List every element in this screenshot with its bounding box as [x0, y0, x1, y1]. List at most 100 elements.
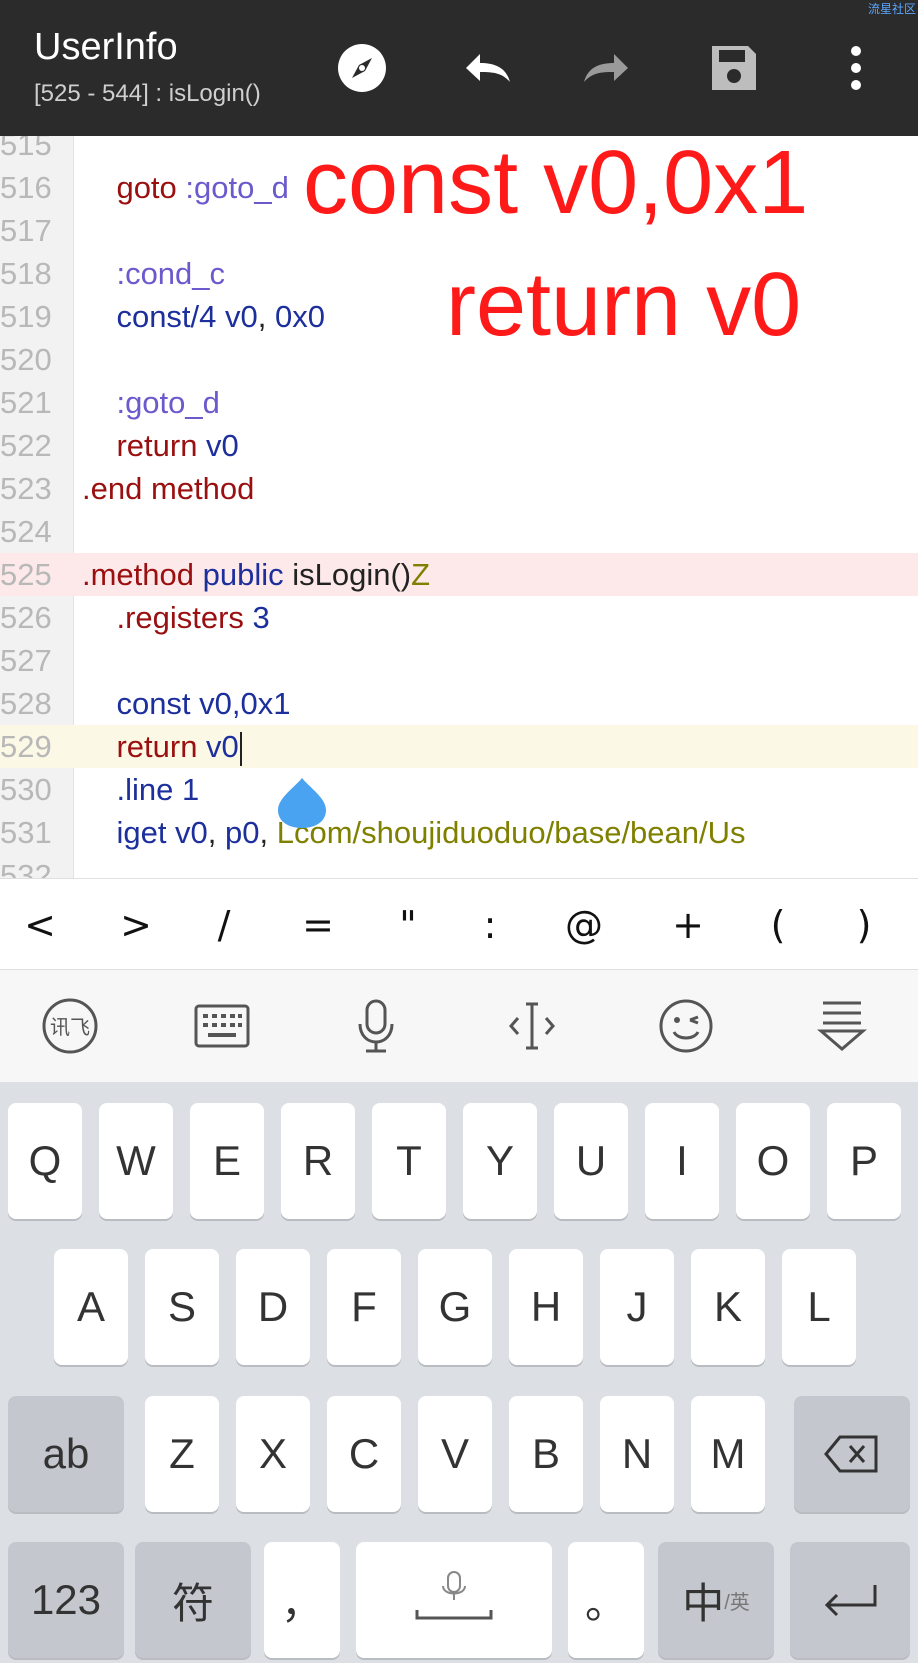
svg-text:讯飞: 讯飞: [50, 1015, 90, 1039]
undo-icon[interactable]: [456, 38, 516, 98]
code-editor[interactable]: 515 516 goto :goto_d 517 518 :cond_c 519 con…: [0, 136, 918, 878]
line-number: 520: [0, 342, 52, 377]
space-mic-icon: [415, 1571, 493, 1620]
redo-icon[interactable]: [578, 38, 638, 98]
key-q[interactable]: Q: [8, 1103, 82, 1219]
line-number: 524: [0, 514, 52, 549]
code-line[interactable]: 525 .method public isLogin()Z: [0, 553, 918, 596]
key-x[interactable]: X: [236, 1396, 310, 1512]
backspace-key[interactable]: [794, 1396, 910, 1512]
key-w[interactable]: W: [99, 1103, 173, 1219]
symbol-key[interactable]: @: [554, 879, 614, 971]
code-line[interactable]: 527: [0, 639, 918, 682]
code-token: public: [202, 557, 293, 592]
key-n[interactable]: N: [600, 1396, 674, 1512]
code-line[interactable]: 529 return v0: [0, 725, 918, 768]
space-key[interactable]: [356, 1542, 552, 1658]
symbol-key[interactable]: (: [748, 879, 808, 971]
key-e[interactable]: E: [190, 1103, 264, 1219]
code-line[interactable]: 532: [0, 854, 918, 878]
key-b[interactable]: B: [509, 1396, 583, 1512]
code-line[interactable]: 530 .line 1: [0, 768, 918, 811]
key-g[interactable]: G: [418, 1249, 492, 1365]
ime-logo-icon[interactable]: 讯飞: [38, 996, 102, 1056]
key-c[interactable]: C: [327, 1396, 401, 1512]
code-line[interactable]: 524: [0, 510, 918, 553]
numbers-key[interactable]: 123: [8, 1542, 124, 1658]
line-number: 525: [0, 557, 52, 592]
key-p[interactable]: P: [827, 1103, 901, 1219]
line-number: 515: [0, 136, 52, 162]
code-line[interactable]: 526 .registers 3: [0, 596, 918, 639]
code-token: return: [82, 729, 207, 764]
symbol-key[interactable]: /: [194, 879, 254, 971]
key-m[interactable]: M: [691, 1396, 765, 1512]
code-token: 1: [181, 772, 200, 807]
file-title: UserInfo: [34, 26, 178, 68]
code-line[interactable]: 528 const v0,0x1: [0, 682, 918, 725]
shift-key[interactable]: ab: [8, 1396, 124, 1512]
comma-key[interactable]: ，: [264, 1542, 340, 1658]
line-number: 516: [0, 170, 52, 205]
key-y[interactable]: Y: [463, 1103, 537, 1219]
key-l[interactable]: L: [782, 1249, 856, 1365]
code-text: iget v0, p0, Lcom/shoujiduoduo/base/bean…: [82, 811, 745, 854]
code-token: :goto_d: [82, 385, 220, 420]
code-token: p0: [225, 815, 260, 850]
symbol-key[interactable]: +: [658, 879, 718, 971]
soft-keyboard: Q W E R T Y U I O P A S D F G H J K Lab Z X C V B N M 123 符， 。中/英: [0, 1082, 918, 1663]
period-key[interactable]: 。: [568, 1542, 644, 1658]
key-k[interactable]: K: [691, 1249, 765, 1365]
symbol-key[interactable]: ": [378, 879, 438, 971]
symbols-key[interactable]: 符: [135, 1542, 251, 1658]
language-toggle-key[interactable]: 中/英: [658, 1542, 774, 1658]
code-token: :goto_d: [185, 170, 289, 205]
key-u[interactable]: U: [554, 1103, 628, 1219]
key-s[interactable]: S: [145, 1249, 219, 1365]
line-number: 531: [0, 815, 52, 850]
code-text: .line 1: [82, 768, 199, 811]
key-h[interactable]: H: [509, 1249, 583, 1365]
code-line[interactable]: 531 iget v0, p0, Lcom/shoujiduoduo/base/…: [0, 811, 918, 854]
key-a[interactable]: A: [54, 1249, 128, 1365]
keyboard-icon[interactable]: [190, 996, 254, 1056]
line-number: 530: [0, 772, 52, 807]
symbol-key[interactable]: ): [834, 879, 894, 971]
code-line[interactable]: 523 .end method: [0, 467, 918, 510]
emoji-icon[interactable]: [654, 996, 718, 1056]
code-token: .line: [82, 772, 182, 807]
code-token: 0x0: [275, 299, 325, 334]
symbol-key[interactable]: >: [106, 879, 166, 971]
key-o[interactable]: O: [736, 1103, 810, 1219]
code-text: .registers 3: [82, 596, 269, 639]
save-icon[interactable]: [704, 38, 764, 98]
symbol-key[interactable]: <: [10, 879, 70, 971]
key-v[interactable]: V: [418, 1396, 492, 1512]
code-line[interactable]: 522 return v0: [0, 424, 918, 467]
line-number: 522: [0, 428, 52, 463]
hide-keyboard-icon[interactable]: [810, 996, 874, 1056]
text-cursor-handle-icon[interactable]: [276, 776, 328, 828]
key-t[interactable]: T: [372, 1103, 446, 1219]
key-f[interactable]: F: [327, 1249, 401, 1365]
symbol-key[interactable]: :: [460, 879, 520, 971]
microphone-icon[interactable]: [344, 996, 408, 1056]
compass-icon[interactable]: [332, 38, 392, 98]
more-vert-icon[interactable]: [826, 38, 886, 98]
key-j[interactable]: J: [600, 1249, 674, 1365]
line-number: 532: [0, 858, 52, 878]
symbol-bar: < > / = ": @ + (): [0, 878, 918, 970]
key-z[interactable]: Z: [145, 1396, 219, 1512]
enter-key[interactable]: [790, 1542, 910, 1658]
code-token: isLogin(): [292, 557, 412, 592]
code-text: return v0: [82, 424, 238, 467]
code-token: .end method: [82, 471, 255, 506]
key-i[interactable]: I: [645, 1103, 719, 1219]
code-line[interactable]: 521 :goto_d: [0, 381, 918, 424]
code-token: goto: [82, 170, 186, 205]
key-d[interactable]: D: [236, 1249, 310, 1365]
cursor-move-icon[interactable]: [500, 996, 564, 1056]
code-token: iget: [82, 815, 176, 850]
key-r[interactable]: R: [281, 1103, 355, 1219]
symbol-key[interactable]: =: [288, 879, 348, 971]
